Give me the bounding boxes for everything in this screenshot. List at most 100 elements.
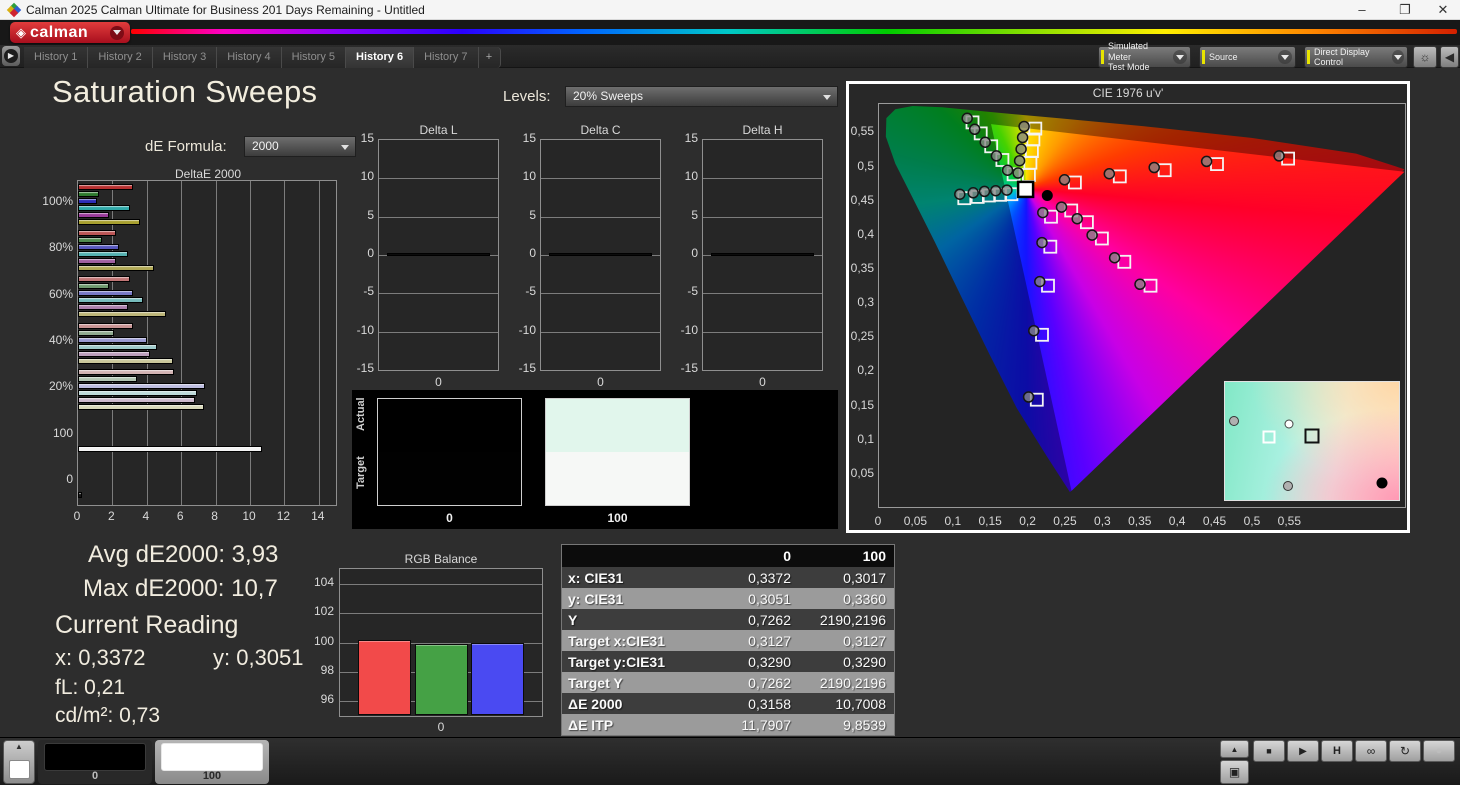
cie-measured-blue (1038, 208, 1048, 218)
pattern-up-button[interactable]: ▲ (1220, 740, 1249, 758)
delta_h-chart (702, 139, 823, 371)
x-tick-label: 0 (759, 375, 766, 389)
white-pattern-icon (9, 760, 30, 779)
pattern-window-button[interactable]: ▣ (1220, 760, 1249, 784)
y-tick-label: -5 (346, 284, 374, 298)
display-control-dropdown[interactable]: Direct Display Control (1304, 46, 1408, 68)
y-tick-label: 98 (306, 663, 334, 677)
rgb-balance-chart (339, 568, 543, 717)
cie-target-yellow (1026, 145, 1038, 157)
close-button[interactable]: ✕ (1426, 0, 1460, 20)
loop-button[interactable]: ∞ (1355, 740, 1387, 762)
patch-target-0 (378, 452, 521, 505)
cie-measured-yellow (1015, 156, 1025, 166)
table-cell: y: CIE31 (562, 591, 708, 607)
group-label: 100% (40, 194, 73, 208)
cie-y-tick: 0,5 (849, 159, 874, 173)
cie-measured-red (1202, 156, 1212, 166)
chevron-up-icon: ▲ (1231, 745, 1239, 754)
refresh-button[interactable]: ↻ (1389, 740, 1421, 762)
level-swatch-100[interactable]: 100 (155, 740, 269, 784)
cie-measured-magenta (1057, 202, 1067, 212)
delta_l-chart (378, 139, 499, 371)
table-cell: 10,7008 (804, 696, 890, 712)
inset-marker-circle-gray (1229, 416, 1239, 426)
deltae-bar-100%-blue (78, 198, 97, 204)
deltae-bar-0-red (78, 492, 82, 498)
gridline (703, 332, 822, 333)
table-row: Target Y0,72622190,2196 (562, 672, 894, 693)
play-button[interactable]: ▶ (1287, 740, 1319, 762)
tab-history-4[interactable]: History 4 (217, 47, 281, 68)
deltae-bar-20%-yellow (78, 404, 204, 410)
gridline (379, 332, 498, 333)
cie-y-tick: 0,3 (849, 295, 874, 309)
deltae-chart (77, 180, 337, 506)
gridline (379, 178, 498, 179)
record-button[interactable]: ● (1423, 740, 1455, 762)
tab-history-1[interactable]: History 1 (24, 47, 88, 68)
tab-history-5[interactable]: History 5 (282, 47, 346, 68)
chevron-down-icon (1278, 50, 1292, 64)
y-tick-label: 5 (670, 208, 698, 222)
level-swatch-0[interactable]: 0 (38, 740, 152, 784)
deltae-bar-100%-yellow (78, 219, 140, 225)
source-dropdown[interactable]: Source (1199, 46, 1296, 68)
cie-measured-yellow (1019, 122, 1029, 132)
swatch-color (161, 743, 263, 771)
history-tabs: History 1History 2History 3History 4Hist… (24, 47, 501, 68)
deltae-bar-20%-cyan (78, 390, 197, 396)
maximize-button[interactable]: ❐ (1388, 0, 1422, 20)
settings-button[interactable]: ☼ (1413, 46, 1437, 68)
delta_c-title: Delta C (580, 123, 620, 137)
table-row: Y0,72622190,2196 (562, 609, 894, 630)
y-tick-label: 104 (306, 575, 334, 589)
cie-target-yellow (1023, 169, 1035, 181)
rgb-bar-green (415, 644, 468, 715)
tab-history-6[interactable]: History 6 (346, 47, 414, 68)
cie-target-yellow (1024, 157, 1036, 169)
cie-x-tick: 0,25 (1053, 514, 1076, 528)
circle-icon: ● (1436, 745, 1443, 757)
gridline (181, 181, 182, 505)
levels-select[interactable]: 20% Sweeps (565, 86, 838, 107)
deltae-bar-60%-magenta (78, 304, 128, 310)
stop-button[interactable]: ■ (1253, 740, 1285, 762)
y-tick-label: -10 (346, 323, 374, 337)
x-tick-label: 0 (74, 509, 81, 523)
deltae-bar-40%-magenta (78, 351, 150, 357)
table-cell: ΔE ITP (562, 717, 708, 733)
tab-scroll-button[interactable]: ▶ (2, 46, 20, 66)
tab-history-2[interactable]: History 2 (88, 47, 152, 68)
x-tick-label: 0 (438, 720, 445, 734)
chevron-left-icon: ◀ (1445, 50, 1454, 64)
window-size-button[interactable]: H (1321, 740, 1353, 762)
reading-fl: fL: 0,21 (55, 676, 125, 700)
gridline (703, 293, 822, 294)
calman-menu-button[interactable]: ◈ calman (10, 22, 130, 43)
x-tick-label: 0 (435, 375, 442, 389)
reading-x: x: 0,3372 (55, 645, 146, 671)
tab-history-3[interactable]: History 3 (153, 47, 217, 68)
deltae-bar-20%-magenta (78, 397, 195, 403)
x-tick-label: 0 (597, 375, 604, 389)
y-tick-label: 5 (346, 208, 374, 222)
de-formula-select[interactable]: DeltaE 2000 2000 (244, 136, 356, 157)
table-row: x: CIE310,33720,3017 (562, 567, 894, 588)
table-header-cell: 100 (804, 545, 890, 567)
collapse-panel-button[interactable]: ◀ (1440, 46, 1459, 68)
cie-x-tick: 0,3 (1094, 514, 1111, 528)
cie-x-tick: 0,5 (1244, 514, 1261, 528)
gridline (379, 293, 498, 294)
calman-menu-dropdown[interactable] (110, 26, 124, 40)
minimize-button[interactable]: – (1345, 0, 1379, 20)
y-tick-label: 0 (346, 246, 374, 260)
deltae-bar-100%-cyan (78, 205, 130, 211)
table-cell: 0,7262 (708, 612, 804, 628)
add-tab-button[interactable]: + (479, 47, 501, 68)
meter-dropdown[interactable]: Simulated MeterTest Mode (1098, 46, 1191, 68)
tab-history-7[interactable]: History 7 (414, 47, 478, 68)
pattern-selector-button[interactable]: ▲ (3, 740, 35, 784)
cie-measured-magenta (1087, 230, 1097, 240)
app-icon (8, 4, 20, 16)
